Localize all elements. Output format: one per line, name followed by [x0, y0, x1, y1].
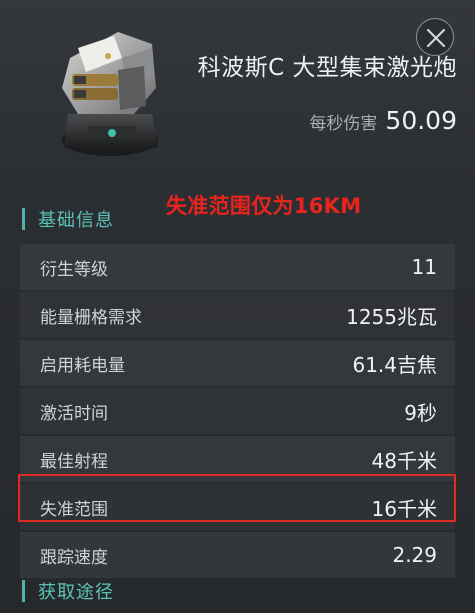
attribute-value: 1255兆瓦 [346, 304, 437, 329]
attribute-value: 9秒 [404, 400, 437, 425]
item-info-panel: 科波斯C 大型集束激光炮 每秒伤害 50.09 失准范围仅为16KM 基础信息 … [0, 0, 475, 613]
laser-turret-icon [48, 18, 168, 168]
attribute-value: 16千米 [371, 496, 437, 521]
close-icon [426, 28, 446, 48]
annotation-text: 失准范围仅为16KM [166, 194, 362, 218]
section-basic-info[interactable]: 基础信息 [22, 206, 114, 232]
section-title: 获取途径 [38, 582, 114, 603]
attribute-label: 衍生等级 [40, 259, 108, 280]
section-acquire[interactable]: 获取途径 [22, 578, 114, 604]
attribute-label: 失准范围 [40, 499, 108, 520]
attribute-value: 61.4吉焦 [352, 352, 437, 377]
attribute-label: 激活时间 [40, 403, 108, 424]
attribute-list: 衍生等级 11 能量栅格需求 1255兆瓦 启用耗电量 61.4吉焦 激活时间 … [20, 244, 455, 580]
attribute-row: 最佳射程 48千米 [20, 436, 455, 482]
section-accent-bar [22, 580, 25, 602]
attribute-row: 衍生等级 11 [20, 244, 455, 290]
attribute-row: 激活时间 9秒 [20, 388, 455, 434]
item-name: 科波斯C 大型集束激光炮 [197, 55, 457, 81]
attribute-value: 48千米 [371, 448, 437, 473]
attribute-row: 失准范围 16千米 [20, 484, 455, 530]
attribute-label: 跟踪速度 [40, 547, 108, 568]
attribute-label: 最佳射程 [40, 451, 108, 472]
attribute-value: 2.29 [392, 543, 437, 567]
attribute-label: 能量栅格需求 [40, 307, 142, 328]
dps-row: 每秒伤害 50.09 [309, 106, 457, 136]
attribute-row: 能量栅格需求 1255兆瓦 [20, 292, 455, 338]
attribute-row: 启用耗电量 61.4吉焦 [20, 340, 455, 386]
section-title: 基础信息 [38, 210, 114, 231]
dps-label: 每秒伤害 [309, 114, 378, 134]
section-accent-bar [22, 208, 25, 230]
close-button[interactable] [416, 18, 454, 56]
attribute-label: 启用耗电量 [40, 355, 125, 376]
attribute-row: 跟踪速度 2.29 [20, 532, 455, 578]
dps-value: 50.09 [385, 106, 457, 135]
attribute-value: 11 [411, 255, 437, 279]
